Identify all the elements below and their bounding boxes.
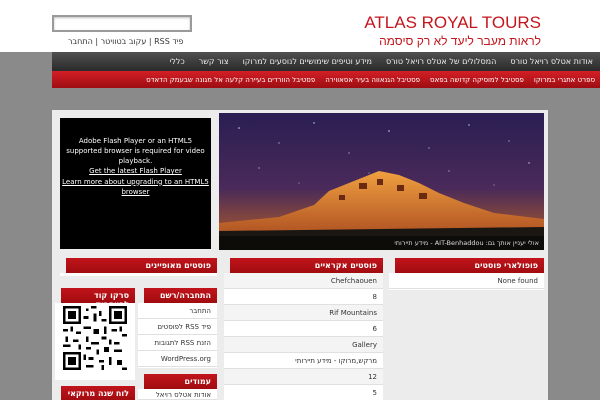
widget-title-pages: עמודים	[138, 374, 217, 389]
subnav-item-sacred-music[interactable]: פסטיבל למוסיקה קדושה בפאס	[425, 76, 529, 84]
popular-posts-widget: פופולארי פוסטים None found	[389, 258, 544, 290]
slide-caption[interactable]: אולי יעניין אותך גם: AIT-Benhaddou - מיד…	[219, 236, 544, 250]
subnav-item-gnaoua[interactable]: פסטיבל הגנאווה בעיר אסאווירה	[320, 76, 425, 84]
flash-message: Adobe Flash Player or an HTML5 supported…	[66, 137, 205, 166]
main-nav: אודות אטלס רויאל טורס המסלולים של אטלס ר…	[52, 52, 600, 71]
list-item[interactable]: Rif Mountains	[224, 305, 383, 321]
sub-nav: ספרט אתגרי במרוקו פסטיבל למוסיקה קדושה ב…	[52, 71, 600, 88]
list-item[interactable]: Chefchaouen	[224, 273, 383, 289]
header: פיד RSS | עקוב בטוויטר | התחבר ATLAS ROY…	[0, 0, 600, 52]
kasbah-night-image	[219, 113, 544, 250]
facebook-qr-code-image[interactable]	[58, 306, 132, 370]
comments-rss-link[interactable]: הזנת RSS לתגובות	[138, 335, 217, 351]
featured-slideshow[interactable]: אולי יעניין אותך גם: AIT-Benhaddou - מיד…	[219, 113, 544, 250]
pages-widget: עמודים אודות אטלס רויאל טורס	[138, 374, 217, 400]
nav-item-contact[interactable]: צור קשר	[192, 57, 236, 66]
page-link-about[interactable]: אודות אטלס רויאל טורס	[138, 389, 217, 400]
top-links[interactable]: פיד RSS | עקוב בטוויטר | התחבר	[68, 37, 184, 46]
posts-rss-link[interactable]: פיד RSS לפוסטים	[138, 319, 217, 335]
nav-item-general[interactable]: כללי	[163, 57, 192, 66]
widget-title-random: פוסטים אקראיים	[224, 258, 383, 273]
nav-item-routes[interactable]: המסלולים של אטלס רויאל טורס	[379, 57, 503, 66]
widget-title-popular: פופולארי פוסטים	[389, 258, 544, 273]
video-player[interactable]: Adobe Flash Player or an HTML5 supported…	[60, 118, 211, 249]
featured-posts-widget: פוסטים מאופיינים	[60, 258, 217, 276]
nav-item-about[interactable]: אודות אטלס רויאל טורס	[503, 57, 600, 66]
widget-title-calendar: לוח שנה מרוקאי	[55, 386, 135, 400]
wordpress-link[interactable]: WordPress.org	[138, 351, 217, 367]
list-item[interactable]: 8	[224, 289, 383, 305]
login-link[interactable]: התחבר	[138, 303, 217, 319]
subnav-item-roses[interactable]: פסטיבל הוורדים בעיירה קלעה אל מגונה שבעמ…	[141, 76, 320, 84]
list-item[interactable]: 12	[224, 369, 383, 385]
site-tagline: לראות מעבר ליעד לא רק סיסמה	[379, 34, 541, 48]
search-input[interactable]	[52, 15, 192, 32]
nav-item-tips[interactable]: מידע וטיפים שימושיים לנוסעים למרוקו	[236, 57, 379, 66]
list-item: None found	[389, 273, 544, 289]
calendar-widget: לוח שנה מרוקאי	[55, 386, 135, 400]
html5-info-link[interactable]: Learn more about upgrading to an HTML5 b…	[60, 177, 211, 197]
list-item[interactable]: 5	[224, 385, 383, 400]
widget-title-featured: פוסטים מאופיינים	[60, 258, 217, 273]
subnav-item-sport[interactable]: ספרט אתגרי במרוקו	[529, 76, 600, 84]
flash-download-link[interactable]: Get the latest Flash Player	[60, 166, 211, 176]
list-item[interactable]: מרקש,מרוקו - מידע תיירותי	[224, 353, 383, 369]
widget-title-login: התחברה/רשם	[138, 288, 217, 303]
meta-widget: התחברה/רשם התחבר פיד RSS לפוסטים הזנת RS…	[138, 288, 217, 368]
widget-title-facebook-qr: סרקו קוד לפייסבוק	[55, 288, 135, 309]
random-posts-widget: פוסטים אקראיים Chefchaouen 8 Rif Mountai…	[224, 258, 383, 400]
facebook-qr-widget: סרקו קוד לפייסבוק	[55, 288, 135, 380]
site-title[interactable]: ATLAS ROYAL TOURS	[364, 13, 541, 33]
list-item[interactable]: Gallery	[224, 337, 383, 353]
list-item[interactable]: 6	[224, 321, 383, 337]
